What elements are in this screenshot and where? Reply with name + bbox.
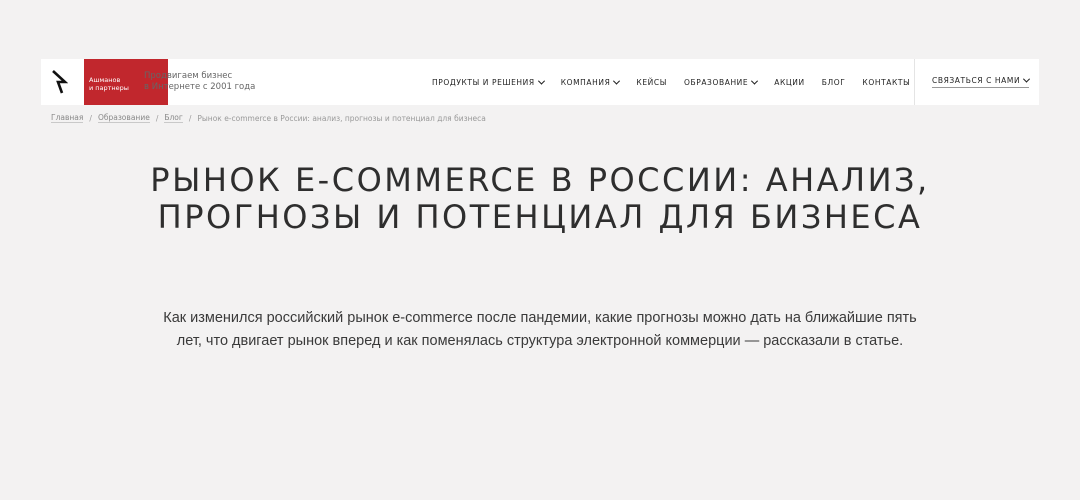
contact-us-button[interactable]: Связаться с нами	[932, 75, 1031, 88]
breadcrumb-home[interactable]: Главная	[51, 113, 84, 123]
breadcrumb-blog[interactable]: Блог	[164, 113, 183, 123]
nav-item-products[interactable]: Продукты и решения	[432, 77, 545, 87]
breadcrumb-separator: /	[155, 113, 159, 123]
nav-item-label: Контакты	[862, 77, 911, 87]
nav-item-contacts[interactable]: Контакты	[862, 78, 910, 87]
nav-item-education[interactable]: Образование	[683, 77, 759, 87]
tagline-line1: Продвигаем бизнес	[144, 71, 233, 81]
tagline-line2: в Интернете с 2001 года	[144, 82, 256, 92]
chevron-down-icon	[1023, 75, 1031, 83]
nav-item-company[interactable]: Компания	[560, 77, 621, 87]
nav-item-label: Образование	[683, 77, 749, 87]
nav-item-cases[interactable]: Кейсы	[636, 78, 667, 87]
page-title: Рынок e-commerce в России: анализ, прогн…	[150, 161, 930, 236]
breadcrumb-education[interactable]: Образование	[97, 113, 150, 123]
article-lead: Как изменился российский рынок e-commerc…	[163, 310, 917, 349]
nav-item-promotions[interactable]: Акции	[774, 78, 805, 87]
main-nav: Продукты и решения Компания Кейсы Образо…	[432, 59, 927, 105]
contact-us-label: Связаться с нами	[932, 76, 1021, 85]
tagline: Продвигаем бизнес в Интернете с 2001 год…	[144, 71, 255, 93]
breadcrumb-current: Рынок e-commerce в России: анализ, прогн…	[197, 113, 486, 123]
chevron-down-icon	[537, 77, 545, 85]
breadcrumb: Главная / Образование / Блог / Рынок e-c…	[51, 113, 486, 123]
site-header: Ашманов и партнеры Продвигаем бизнес в И…	[41, 59, 1039, 105]
header-divider	[914, 59, 915, 105]
nav-item-label: Продукты и решения	[432, 77, 535, 87]
logo-arrow-icon[interactable]	[50, 69, 68, 95]
nav-item-blog[interactable]: Блог	[822, 78, 846, 87]
nav-item-label: Блог	[821, 77, 846, 87]
chevron-down-icon	[613, 77, 621, 85]
chevron-down-icon	[751, 77, 759, 85]
nav-item-label: Кейсы	[636, 77, 667, 87]
breadcrumb-separator: /	[188, 113, 192, 123]
nav-item-label: Компания	[560, 77, 611, 87]
breadcrumb-separator: /	[89, 113, 92, 123]
nav-item-label: Акции	[774, 77, 805, 87]
